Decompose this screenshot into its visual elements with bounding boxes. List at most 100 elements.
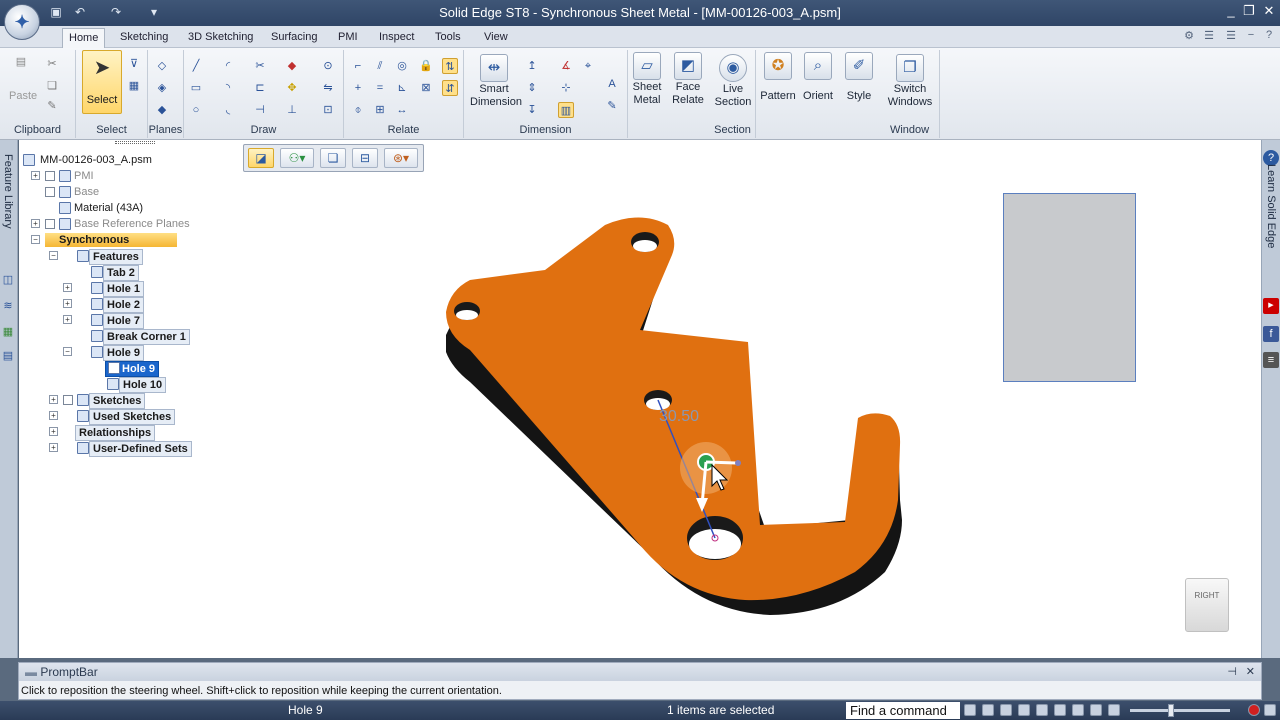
tab-view[interactable]: View <box>478 28 514 48</box>
ribbon-minimize-icon[interactable]: − <box>1244 29 1258 43</box>
expand-icon[interactable]: + <box>49 427 58 436</box>
pan-icon[interactable] <box>1018 704 1030 716</box>
expand-icon[interactable]: + <box>31 171 40 180</box>
expand-icon[interactable]: + <box>63 315 72 324</box>
perpendicular-icon[interactable]: ⊾ <box>394 80 410 96</box>
select-filter-icon[interactable]: ⊽ <box>126 56 142 72</box>
annotation-icon[interactable]: A <box>604 76 620 92</box>
feature-library-strip[interactable]: Feature Library ◫ ≋ ▦ ▤ <box>0 140 18 658</box>
steering-wheel-knob[interactable] <box>735 460 741 466</box>
tab-inspect[interactable]: Inspect <box>373 28 420 48</box>
prompt-bar-close-icon[interactable]: ✕ <box>1246 665 1255 678</box>
detach-icon[interactable]: ⊟ <box>352 148 378 168</box>
plane-coincident-icon[interactable]: ◈ <box>154 80 170 96</box>
mirror-icon[interactable]: ⇋ <box>320 80 336 96</box>
steering-wheel-primary-axis[interactable] <box>705 460 737 465</box>
arc-icon[interactable]: ◜ <box>220 58 236 74</box>
youtube-icon[interactable]: ▶ <box>1263 298 1279 314</box>
lock-relate-icon[interactable]: 🔒 <box>418 58 434 74</box>
orient-button[interactable]: ⌕ Orient <box>798 50 838 103</box>
close-button[interactable]: ✕ <box>1260 2 1278 20</box>
find-command-input[interactable]: Find a command <box>846 702 960 719</box>
view-fit-icon[interactable] <box>964 704 976 716</box>
visibility-checkbox[interactable] <box>45 187 55 197</box>
sheet-metal-button[interactable]: ▱ Sheet Metal <box>628 50 666 107</box>
plane-icon[interactable]: ◇ <box>154 58 170 74</box>
concentric-icon[interactable]: ◎ <box>394 58 410 74</box>
circle-icon[interactable]: ○ <box>188 102 204 118</box>
learn-solid-edge-tab[interactable]: Learn Solid Edge <box>1265 164 1277 248</box>
paste-label[interactable]: Paste <box>9 90 37 102</box>
facebook-icon[interactable]: f <box>1263 326 1279 342</box>
coordinate-dimension-icon[interactable]: ⊹ <box>558 80 574 96</box>
project-icon[interactable]: ⊥ <box>284 102 300 118</box>
visibility-checkbox[interactable] <box>45 171 55 181</box>
extend-icon[interactable]: ⊣ <box>252 102 268 118</box>
line-icon[interactable]: ╱ <box>188 58 204 74</box>
tree-grip[interactable] <box>115 141 155 144</box>
offset-icon[interactable]: ⊏ <box>252 80 268 96</box>
select-box-icon[interactable]: ▦ <box>126 78 142 94</box>
cut-icon[interactable]: ✂ <box>44 56 60 72</box>
switch-windows-button[interactable]: ❐ Switch Windows <box>886 52 934 109</box>
expand-icon[interactable]: + <box>31 219 40 228</box>
smart-dimension-button[interactable]: ⇹ Smart Dimension <box>470 52 522 109</box>
solid-edge-logo-icon[interactable]: ✦ <box>4 4 40 40</box>
dimension-axis-icon[interactable]: ▥ <box>558 102 574 118</box>
live-section-button[interactable]: ◉ Live Section <box>713 52 753 109</box>
trim-icon[interactable]: ✂ <box>252 58 268 74</box>
graphics-window[interactable]: 30.50 MM-00126-003_A.psm + PMI Base Mate… <box>19 140 1261 658</box>
settings-icon[interactable]: ⚙ <box>1182 29 1196 43</box>
list-icon-2[interactable]: ☰ <box>1224 29 1238 43</box>
move-icon[interactable]: ✥ <box>284 80 300 96</box>
paste-icon[interactable]: ▤ <box>10 54 32 80</box>
select-face-icon[interactable]: ◪ <box>248 148 274 168</box>
shading-icon[interactable] <box>1108 704 1120 716</box>
visibility-checkbox[interactable] <box>45 219 55 229</box>
help-icon[interactable]: ? <box>1262 29 1276 43</box>
collapse-icon[interactable]: − <box>31 235 40 244</box>
collinear-icon[interactable]: ↔ <box>394 102 410 118</box>
zoom-slider-thumb[interactable] <box>1168 704 1174 717</box>
collapse-icon[interactable]: − <box>63 347 72 356</box>
tab-surfacing[interactable]: Surfacing <box>265 28 323 48</box>
rotate-icon[interactable] <box>1036 704 1048 716</box>
layers-icon[interactable]: ◫ <box>1 272 15 286</box>
palette-icon[interactable]: ▦ <box>1 324 15 338</box>
pattern-button[interactable]: ✪ Pattern <box>758 50 798 103</box>
parallel-icon[interactable]: ⫽ <box>372 58 388 74</box>
dimension-value[interactable]: 30.50 <box>659 408 699 426</box>
relation-handles-icon[interactable]: ⇵ <box>442 80 458 96</box>
options-icon[interactable]: ⊛▾ <box>384 148 418 168</box>
expand-icon[interactable]: + <box>49 411 58 420</box>
construction-icon[interactable]: ⊙ <box>320 58 336 74</box>
visibility-checkbox[interactable] <box>63 395 73 405</box>
angle-between-icon[interactable]: ∡ <box>558 58 574 74</box>
zoom-slider[interactable] <box>1130 704 1230 717</box>
relation-icon[interactable]: ⚇▾ <box>280 148 314 168</box>
minimize-button[interactable]: _ <box>1222 2 1240 20</box>
symmetric-icon[interactable]: ⊞ <box>372 102 388 118</box>
view-orient-icon[interactable] <box>1072 704 1084 716</box>
copy-icon[interactable]: ❏ <box>44 78 60 94</box>
symmetric-diameter-icon[interactable]: ⇕ <box>524 80 540 96</box>
tab-sketching[interactable]: Sketching <box>114 28 174 48</box>
fill-icon[interactable]: ◆ <box>284 58 300 74</box>
view-cube[interactable]: RIGHT <box>1185 578 1229 632</box>
tangent-arc-icon[interactable]: ◝ <box>220 80 236 96</box>
maintain-relations-icon[interactable]: ⇅ <box>442 58 458 74</box>
restore-button[interactable]: ❐ <box>1240 2 1258 20</box>
distance-between-icon[interactable]: ↥ <box>524 58 540 74</box>
stop-icon[interactable] <box>1264 704 1276 716</box>
fillet-icon[interactable]: ◟ <box>220 102 236 118</box>
rigid-set-icon[interactable]: ⊠ <box>418 80 434 96</box>
equal-icon[interactable]: = <box>372 80 388 96</box>
connect-icon[interactable]: ⌐ <box>350 58 366 74</box>
expand-icon[interactable]: + <box>49 395 58 404</box>
learn-solid-edge-strip[interactable]: ? Learn Solid Edge ▶ f ≡ <box>1261 140 1280 658</box>
prompt-bar-pin-icon[interactable]: ⊣ <box>1227 665 1237 678</box>
tab-pmi[interactable]: PMI <box>332 28 364 48</box>
expand-icon[interactable]: + <box>49 443 58 452</box>
render-icon[interactable] <box>1090 704 1102 716</box>
horizontal-vertical-icon[interactable]: + <box>350 80 366 96</box>
